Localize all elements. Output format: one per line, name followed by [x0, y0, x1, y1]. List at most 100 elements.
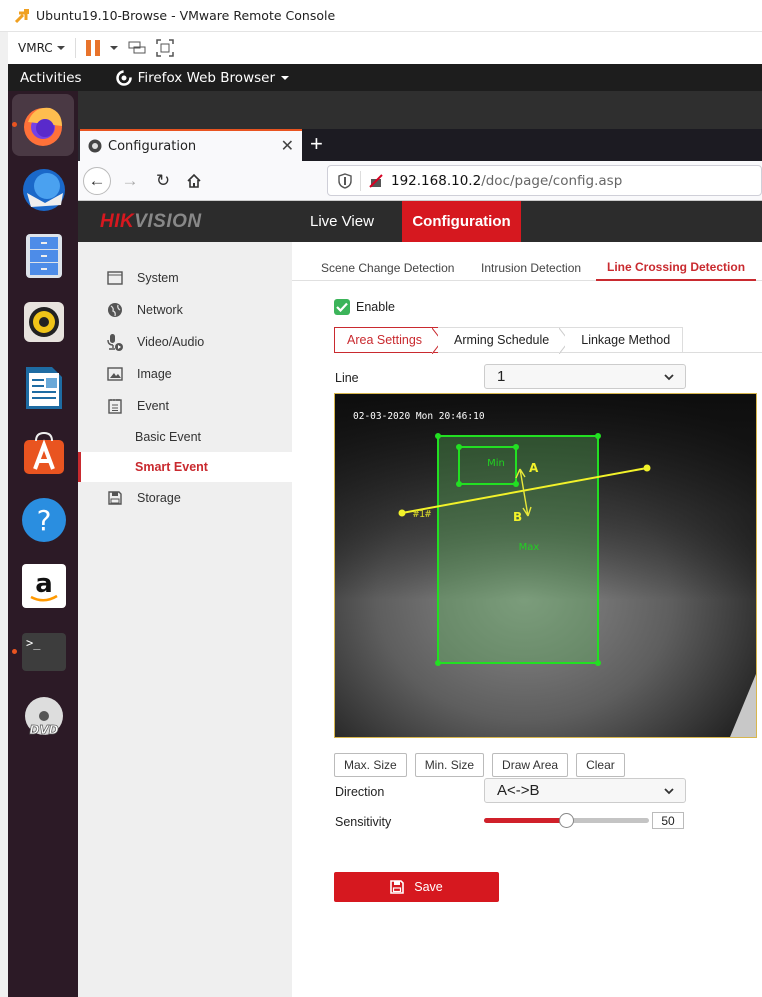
running-indicator: [12, 649, 17, 654]
crossing-line-endpoint[interactable]: [398, 509, 406, 517]
sensitivity-slider[interactable]: [484, 813, 649, 828]
sidebar-item-label: Video/Audio: [137, 334, 205, 349]
close-tab-icon[interactable]: ✕: [281, 136, 294, 156]
svg-text:?: ?: [37, 504, 52, 537]
line-select[interactable]: 1: [484, 364, 686, 389]
sidebar-item-label: Image: [137, 366, 172, 381]
nav-configuration[interactable]: Configuration: [402, 201, 521, 242]
home-button[interactable]: [180, 167, 208, 195]
subtab-linkage-method[interactable]: Linkage Method: [565, 327, 684, 353]
enable-label: Enable: [356, 300, 395, 314]
amazon-icon: a: [22, 564, 66, 608]
sidebar-item-smart-event[interactable]: Smart Event: [78, 452, 292, 482]
subtab-label: Arming Schedule: [454, 333, 550, 347]
browser-tab-configuration[interactable]: Configuration ✕: [80, 129, 302, 161]
direction-label: Direction: [335, 785, 385, 799]
chevron-down-icon: [664, 374, 674, 381]
dock-terminal[interactable]: >_: [19, 627, 69, 677]
subtab-arming-schedule[interactable]: Arming Schedule: [438, 327, 570, 354]
settings-subtabs: Area Settings Arming Schedule Linkage Me…: [334, 327, 684, 354]
vmrc-menu-button[interactable]: VMRC: [18, 41, 65, 55]
sidebar-item-storage[interactable]: Storage: [78, 482, 292, 513]
terminal-icon: >_: [22, 633, 66, 671]
arrow-left-icon: ←: [88, 171, 106, 190]
min-zone-handle[interactable]: [456, 481, 462, 487]
line-label: Line: [335, 371, 359, 385]
dock-rhythmbox[interactable]: [19, 297, 69, 347]
tab-intrusion-detection[interactable]: Intrusion Detection: [481, 254, 581, 281]
dock-amazon[interactable]: a: [19, 561, 69, 611]
save-button[interactable]: Save: [334, 872, 499, 902]
slider-thumb[interactable]: [559, 813, 574, 828]
dock-firefox[interactable]: [12, 94, 74, 156]
enable-checkbox[interactable]: [334, 299, 350, 315]
home-icon: [187, 173, 201, 188]
min-zone-handle[interactable]: [513, 481, 519, 487]
subtab-label: Linkage Method: [581, 333, 671, 347]
max-zone-handle[interactable]: [435, 433, 441, 439]
app-menu-label: Firefox Web Browser: [137, 69, 275, 86]
globe-icon: [106, 301, 124, 319]
app-menu[interactable]: Firefox Web Browser: [115, 69, 289, 86]
send-ctrl-alt-del-icon[interactable]: [128, 40, 146, 56]
enable-row: Enable: [334, 299, 395, 315]
dock-dvd[interactable]: DVD: [19, 693, 69, 743]
sidebar-item-label: Storage: [137, 490, 181, 505]
sidebar-item-basic-event[interactable]: Basic Event: [78, 422, 292, 452]
direction-select[interactable]: A<->B: [484, 778, 686, 803]
sidebar-item-video-audio[interactable]: Video/Audio: [78, 326, 292, 357]
rhythmbox-icon: [24, 302, 64, 342]
vmrc-toolbar: VMRC: [8, 32, 762, 64]
sidebar-item-image[interactable]: Image: [78, 358, 292, 389]
gnome-top-bar: Activities Firefox Web Browser: [8, 64, 762, 91]
sensitivity-value-input[interactable]: 50: [652, 812, 684, 829]
window-icon: [106, 269, 124, 287]
dock-ubuntu-software[interactable]: [19, 429, 69, 479]
clear-button[interactable]: Clear: [576, 753, 625, 777]
nav-live-view[interactable]: Live View: [298, 201, 386, 242]
max-zone-handle[interactable]: [435, 660, 441, 666]
url-bar[interactable]: 192.168.10.2/doc/page/config.asp: [327, 165, 762, 196]
draw-area-button[interactable]: Draw Area: [492, 753, 569, 777]
sidebar-item-label: System: [137, 270, 179, 285]
dock-thunderbird[interactable]: [19, 165, 69, 215]
activities-button[interactable]: Activities: [20, 70, 82, 86]
checkmark-icon: [336, 302, 348, 312]
new-tab-button[interactable]: +: [310, 132, 330, 156]
tab-scene-change-detection[interactable]: Scene Change Detection: [321, 254, 454, 281]
dvd-icon: DVD: [25, 697, 63, 737]
live-video-preview[interactable]: 02-03-2020 Mon 20:46:10 Max Min #1# A B: [334, 393, 757, 738]
min-zone-handle[interactable]: [513, 444, 519, 450]
line-id-label: #1#: [413, 509, 431, 520]
min-size-button[interactable]: Min. Size: [414, 753, 485, 777]
insecure-lock-icon: [369, 173, 383, 188]
tab-line-crossing-detection[interactable]: Line Crossing Detection: [596, 254, 757, 281]
forward-button[interactable]: →: [116, 167, 144, 195]
chevron-down-icon: [56, 46, 65, 50]
reload-button[interactable]: ↻: [149, 167, 177, 195]
subtab-area-settings[interactable]: Area Settings: [334, 327, 443, 354]
dock-files[interactable]: [19, 231, 69, 281]
max-zone-handle[interactable]: [595, 660, 601, 666]
max-size-button[interactable]: Max. Size: [334, 753, 407, 777]
vmrc-left-edge: [0, 32, 8, 997]
dock-libreoffice-writer[interactable]: [19, 363, 69, 413]
svg-text:>_: >_: [26, 636, 41, 650]
min-zone-handle[interactable]: [456, 444, 462, 450]
drawing-buttons: Max. Size Min. Size Draw Area Clear: [334, 753, 625, 777]
crossing-line-endpoint[interactable]: [643, 464, 651, 472]
favicon-icon: [88, 139, 102, 153]
power-menu-chevron-icon[interactable]: [109, 46, 118, 50]
firefox-titlebar: [78, 91, 762, 129]
max-zone-handle[interactable]: [595, 433, 601, 439]
files-icon: [26, 234, 62, 278]
min-label: Min: [487, 458, 505, 469]
fullscreen-icon[interactable]: [155, 39, 174, 57]
pause-icon[interactable]: [85, 40, 100, 56]
tab-strip: [302, 129, 762, 161]
sidebar-item-system[interactable]: System: [78, 262, 292, 293]
sidebar-item-network[interactable]: Network: [78, 294, 292, 325]
sidebar-item-event[interactable]: Event: [78, 390, 292, 421]
dock-help[interactable]: ?: [19, 495, 69, 545]
back-button[interactable]: ←: [83, 167, 111, 195]
